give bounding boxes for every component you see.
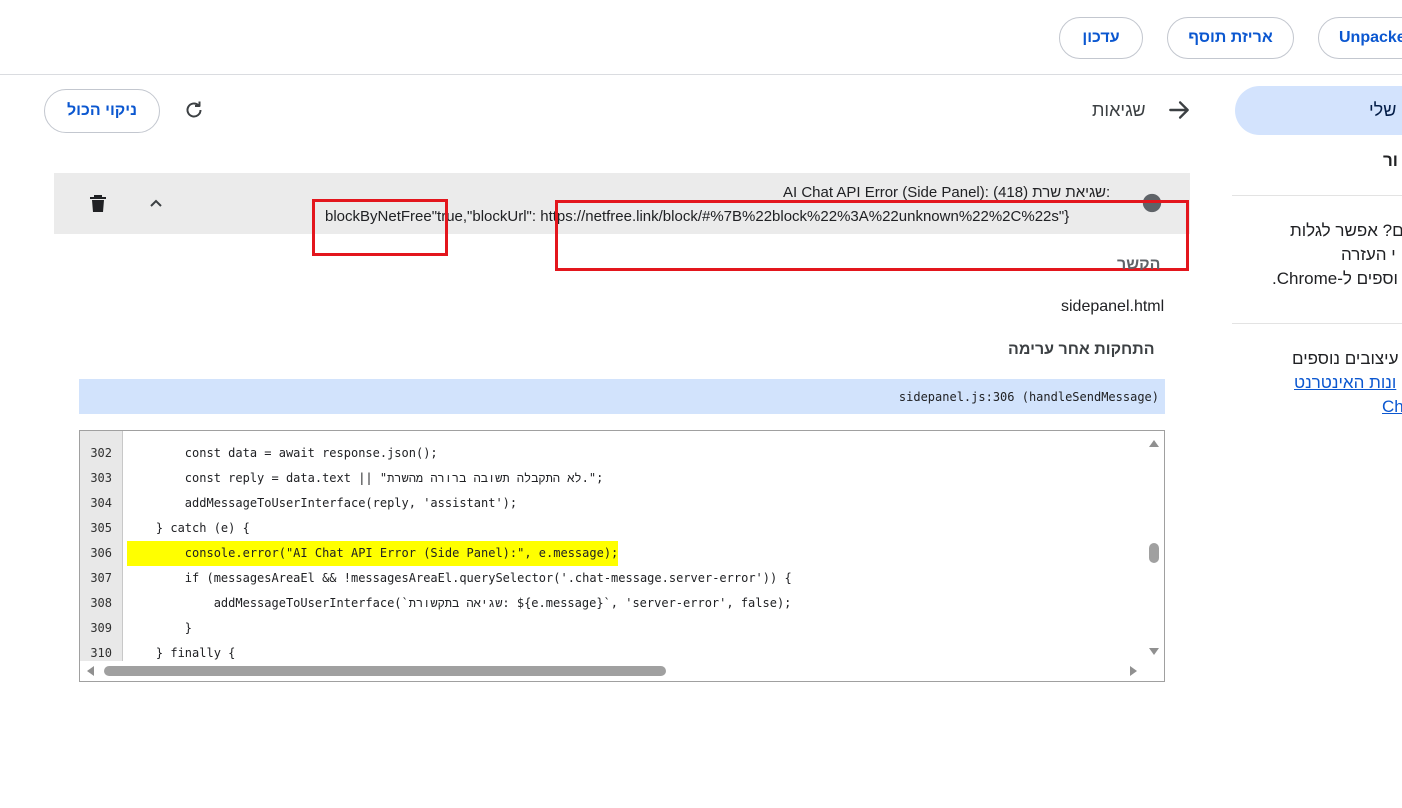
code-line: 305 } catch (e) { — [80, 516, 1150, 541]
highlighted-code-text: console.error("AI Chat API Error (Side P… — [127, 541, 619, 566]
horizontal-scroll-thumb[interactable] — [104, 666, 666, 676]
line-number: 305 — [90, 521, 112, 535]
sidebar-promo-text-1: ם? אפשר לגלות — [1290, 221, 1402, 240]
context-label: הקשר — [1117, 256, 1161, 270]
sidebar-item-shortcuts[interactable]: ור — [1383, 151, 1398, 171]
scroll-up-arrow-icon[interactable] — [1148, 437, 1160, 449]
code-text: if (messagesAreaEl && !messagesAreaEl.qu… — [127, 571, 792, 585]
line-number: 302 — [90, 446, 112, 460]
code-line: 304 addMessageToUserInterface(reply, 'as… — [80, 491, 1150, 516]
code-line: 306 console.error("AI Chat API Error (Si… — [80, 541, 1150, 566]
sidebar-webstore-link[interactable]: ונות האינטרנט — [1294, 373, 1396, 393]
chevron-up-icon[interactable] — [144, 192, 168, 216]
annotation-box-key — [312, 199, 448, 256]
code-viewer[interactable]: 302 const data = await response.json(); 3… — [79, 430, 1165, 682]
code-line: 309 } — [80, 616, 1150, 641]
code-line: 308 addMessageToUserInterface(`שגיאה בתק… — [80, 591, 1150, 616]
sidebar-promo-text-3: וספים ל-Chrome. — [1272, 269, 1398, 288]
line-number: 306 — [90, 546, 112, 560]
line-number: 304 — [90, 496, 112, 510]
line-number: 307 — [90, 571, 112, 585]
code-line: 303 const reply = data.text || "לא התקבל… — [80, 466, 1150, 491]
sidebar-themes-text: עיצובים נוספים — [1292, 349, 1399, 368]
scroll-left-arrow-icon[interactable] — [84, 665, 96, 677]
scroll-down-arrow-icon[interactable] — [1148, 646, 1160, 658]
load-unpacked-button[interactable]: Unpacke — [1318, 17, 1402, 59]
context-value: sidepanel.html — [1061, 298, 1165, 315]
sidebar-webstore-link-2[interactable]: Ch — [1382, 397, 1402, 417]
sidebar-item-label: שלי — [1369, 100, 1397, 120]
code-text: addMessageToUserInterface(`שגיאה בתקשורת… — [127, 596, 792, 610]
page-title: שגיאות — [1092, 100, 1146, 120]
code-text: addMessageToUserInterface(reply, 'assist… — [127, 496, 518, 510]
code-text: } catch (e) { — [127, 521, 250, 535]
pack-extension-button[interactable]: אריזת תוסף — [1167, 17, 1294, 59]
clear-all-button[interactable]: ניקוי הכול — [44, 89, 160, 133]
error-message-line-1: AI Chat API Error (Side Panel): שגיאת שר… — [783, 184, 1111, 201]
code-text: const data = await response.json(); — [127, 446, 438, 460]
reload-icon[interactable] — [182, 98, 206, 122]
delete-icon[interactable] — [86, 191, 110, 215]
toolbar-divider — [0, 74, 1402, 75]
back-arrow-icon[interactable] — [1166, 97, 1192, 123]
stack-trace-label: התחקות אחר ערימה — [1008, 341, 1155, 358]
sidebar-divider — [1232, 323, 1402, 324]
vertical-scrollbar[interactable] — [1144, 431, 1164, 661]
code-line: 307 if (messagesAreaEl && !messagesAreaE… — [80, 566, 1150, 591]
code-partial-line — [80, 431, 1150, 438]
stack-frame[interactable]: sidepanel.js:306 (handleSendMessage) — [79, 379, 1165, 414]
code-text: } — [127, 621, 193, 635]
line-number: 303 — [90, 471, 112, 485]
line-number: 309 — [90, 621, 112, 635]
update-button[interactable]: עדכון — [1059, 17, 1143, 59]
horizontal-scrollbar[interactable] — [80, 661, 1164, 681]
annotation-box-url — [555, 200, 1189, 271]
sidebar-divider — [1232, 195, 1402, 196]
sidebar-item-my-extensions[interactable]: שלי — [1235, 86, 1402, 135]
scroll-right-arrow-icon[interactable] — [1128, 665, 1140, 677]
code-line: 302 const data = await response.json(); — [80, 441, 1150, 466]
vertical-scroll-thumb[interactable] — [1149, 543, 1159, 563]
sidebar-promo-text-2: י העזרה — [1341, 245, 1396, 264]
line-number: 308 — [90, 596, 112, 610]
code-text: const reply = data.text || "לא התקבלה תש… — [127, 471, 604, 485]
load-unpacked-label: Unpacke — [1339, 29, 1402, 46]
